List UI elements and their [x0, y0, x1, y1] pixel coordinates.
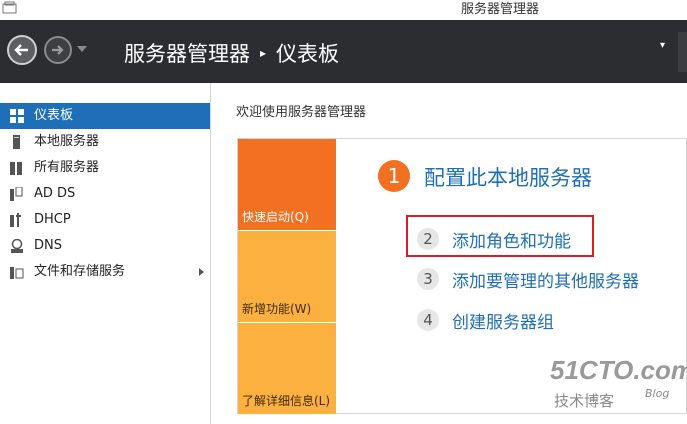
- window-title: 服务器管理器: [461, 2, 540, 17]
- sidebar-item-label: DHCP: [34, 212, 71, 227]
- dhcp-icon: [10, 213, 21, 227]
- sidebar-item-label: AD DS: [34, 186, 76, 201]
- sidebar-item-label: 仪表板: [34, 108, 74, 123]
- sidebar-item-label: 所有服务器: [34, 160, 100, 175]
- sidebar-item-all-servers[interactable]: 所有服务器: [0, 155, 210, 181]
- sidebar: 仪表板 本地服务器 所有服务器 AD DS DHCP DNS 文件和存储服务: [0, 83, 211, 424]
- breadcrumb-separator-icon: ▸: [260, 46, 267, 60]
- watermark-blog: Blog: [645, 387, 670, 400]
- forward-button[interactable]: [44, 36, 72, 64]
- expand-arrow-icon[interactable]: [199, 268, 204, 276]
- breadcrumb-root[interactable]: 服务器管理器: [124, 42, 250, 66]
- adds-icon: [10, 187, 23, 201]
- arrow-left-icon: [14, 44, 28, 56]
- server-icon: [13, 135, 20, 149]
- arrow-right-icon: [52, 45, 64, 55]
- watermark-site: 51CTO.com: [550, 355, 687, 385]
- welcome-heading: 欢迎使用服务器管理器: [236, 105, 367, 120]
- tile-label: 新增功能(W): [242, 302, 312, 316]
- dashboard-icon: [10, 109, 24, 123]
- tile-whats-new[interactable]: 新增功能(W): [238, 231, 336, 322]
- tile-label: 了解详细信息(L): [242, 394, 331, 408]
- sidebar-item-dns[interactable]: DNS: [0, 233, 210, 259]
- highlight-box: [406, 215, 594, 257]
- app-icon: [2, 1, 17, 14]
- sidebar-item-label: DNS: [34, 238, 62, 253]
- sidebar-item-label: 文件和存储服务: [34, 264, 126, 279]
- notifications-flag-icon[interactable]: [678, 32, 687, 72]
- step-3-badge: 3: [417, 268, 439, 290]
- sidebar-item-local-server[interactable]: 本地服务器: [0, 129, 210, 155]
- sidebar-item-dashboard[interactable]: 仪表板: [0, 103, 210, 129]
- refresh-dropdown-icon[interactable]: ▾: [660, 40, 665, 51]
- step-1-badge: 1: [378, 160, 410, 192]
- tile-quick-start[interactable]: 快速启动(Q): [238, 139, 336, 230]
- add-other-servers-link[interactable]: 添加要管理的其他服务器: [452, 267, 639, 292]
- back-button[interactable]: [7, 35, 37, 65]
- history-dropdown-icon[interactable]: [77, 46, 87, 52]
- servers-icon: [10, 162, 22, 175]
- breadcrumb-current: 仪表板: [276, 42, 340, 66]
- configure-local-server-link[interactable]: 配置此本地服务器: [424, 162, 592, 192]
- title-bar: 服务器管理器: [0, 0, 687, 20]
- server-manager-window: 服务器管理器 服务器管理器 ▸ 仪表板 ▾ 仪表板 本地服务器 所有服务器 AD…: [0, 0, 687, 424]
- dns-icon: [11, 239, 23, 253]
- watermark-sub: 技术博客: [554, 392, 615, 410]
- sidebar-item-ad-ds[interactable]: AD DS: [0, 181, 210, 207]
- sidebar-item-file-storage[interactable]: 文件和存储服务: [0, 259, 210, 285]
- tile-learn-more[interactable]: 了解详细信息(L): [238, 323, 336, 414]
- tile-label: 快速启动(Q): [242, 210, 309, 224]
- header-bar: 服务器管理器 ▸ 仪表板 ▾: [0, 20, 687, 83]
- sidebar-item-label: 本地服务器: [34, 134, 100, 149]
- create-server-group-link[interactable]: 创建服务器组: [452, 308, 554, 333]
- step-4-badge: 4: [417, 309, 439, 331]
- breadcrumb: 服务器管理器 ▸ 仪表板: [124, 38, 339, 68]
- file-storage-icon: [10, 267, 24, 279]
- watermark: 51CTO.com 技术博客 Blog: [550, 355, 687, 415]
- sidebar-item-dhcp[interactable]: DHCP: [0, 207, 210, 233]
